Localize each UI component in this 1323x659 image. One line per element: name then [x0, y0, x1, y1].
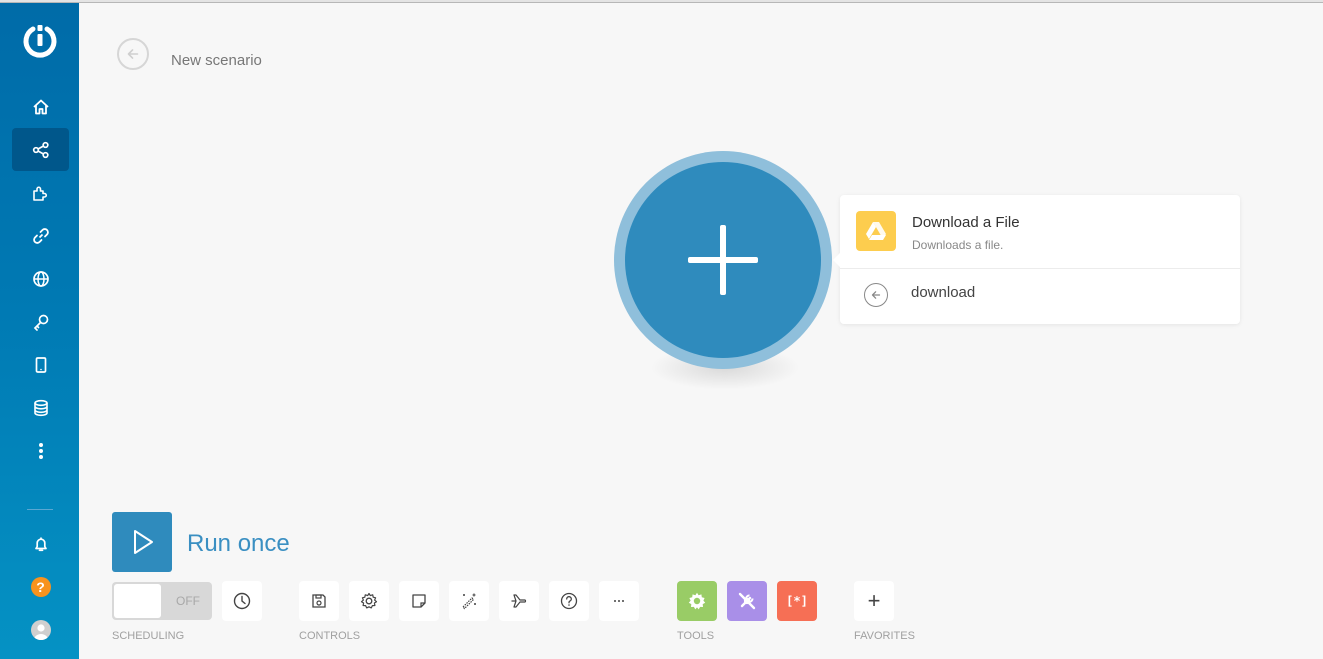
sidebar-item-devices[interactable]	[12, 343, 69, 386]
add-module-button[interactable]	[614, 151, 832, 369]
mobile-icon	[35, 356, 46, 373]
popup-back-label: download	[911, 284, 976, 301]
notes-button[interactable]	[399, 581, 439, 621]
brackets-icon: [*]	[786, 594, 808, 608]
toggle-state: OFF	[176, 594, 200, 608]
back-button[interactable]	[117, 38, 149, 70]
run-once-label[interactable]: Run once	[187, 530, 290, 558]
sidebar-item-help[interactable]: ?	[12, 565, 69, 608]
puzzle-icon	[32, 186, 47, 201]
scenario-settings-button[interactable]	[349, 581, 389, 621]
popup-item-subtitle: Downloads a file.	[912, 238, 1004, 252]
popup-pointer	[833, 253, 840, 267]
auto-align-button[interactable]	[449, 581, 489, 621]
sidebar-divider	[27, 509, 53, 510]
sidebar-item-data-stores[interactable]	[12, 386, 69, 429]
gear-icon	[688, 592, 706, 610]
help-button[interactable]	[549, 581, 589, 621]
database-icon	[33, 399, 48, 416]
tools-label: TOOLS	[677, 630, 715, 642]
google-drive-icon	[856, 211, 896, 251]
help-icon: ?	[30, 576, 51, 597]
add-favorite-button[interactable]: +	[854, 581, 894, 621]
key-icon	[33, 314, 48, 331]
link-icon	[32, 227, 49, 244]
favorites-label: FAVORITES	[854, 630, 915, 642]
plus-icon: +	[867, 588, 881, 613]
more-vertical-icon	[38, 442, 43, 459]
arrow-left-icon	[127, 49, 139, 59]
ellipsis-icon	[614, 600, 624, 602]
question-circle-icon	[560, 592, 578, 610]
popup-item-title: Download a File	[912, 214, 1020, 231]
sidebar-item-profile[interactable]	[12, 608, 69, 651]
arrow-left-circle-icon	[864, 283, 888, 307]
avatar	[30, 619, 51, 640]
globe-icon	[32, 270, 49, 287]
airplane-icon	[511, 594, 527, 608]
sidebar: ?	[0, 0, 79, 659]
toggle-knob	[114, 584, 161, 618]
play-icon	[134, 530, 153, 554]
sidebar-item-notifications[interactable]	[12, 522, 69, 565]
bell-icon	[34, 537, 47, 551]
flow-control-button[interactable]	[677, 581, 717, 621]
scheduling-toggle[interactable]: OFF	[112, 582, 212, 620]
scheduling-label: SCHEDULING	[112, 630, 185, 642]
text-parser-button[interactable]: [*]	[777, 581, 817, 621]
sidebar-item-connections[interactable]	[12, 214, 69, 257]
window-top-border	[0, 0, 1323, 3]
wrench-cross-icon	[738, 592, 756, 610]
explain-flow-button[interactable]	[499, 581, 539, 621]
plus-icon	[625, 162, 821, 358]
save-icon	[312, 594, 326, 608]
module-search-popup: Download a File Downloads a file. downlo…	[833, 195, 1240, 324]
schedule-settings-button[interactable]	[222, 581, 262, 621]
integromat-logo[interactable]	[22, 22, 58, 58]
sidebar-item-home[interactable]	[12, 85, 69, 128]
sidebar-item-templates[interactable]	[12, 171, 69, 214]
popup-back-button[interactable]: download	[840, 269, 1240, 324]
clock-icon	[233, 592, 251, 610]
sidebar-item-webhooks[interactable]	[12, 257, 69, 300]
share-nodes-icon	[32, 141, 49, 158]
more-controls-button[interactable]	[599, 581, 639, 621]
sidebar-item-keys[interactable]	[12, 300, 69, 343]
magic-wand-icon	[462, 593, 476, 610]
sidebar-item-more[interactable]	[12, 429, 69, 472]
note-icon	[412, 594, 426, 608]
controls-label: CONTROLS	[299, 630, 361, 642]
tools-button[interactable]	[727, 581, 767, 621]
gear-icon	[360, 592, 378, 609]
save-button[interactable]	[299, 581, 339, 621]
sidebar-item-scenarios[interactable]	[12, 128, 69, 171]
run-once-button[interactable]	[112, 512, 172, 572]
scenario-title[interactable]: New scenario	[171, 52, 262, 69]
home-icon	[32, 99, 49, 114]
popup-item-download-a-file[interactable]: Download a File Downloads a file.	[840, 195, 1240, 268]
